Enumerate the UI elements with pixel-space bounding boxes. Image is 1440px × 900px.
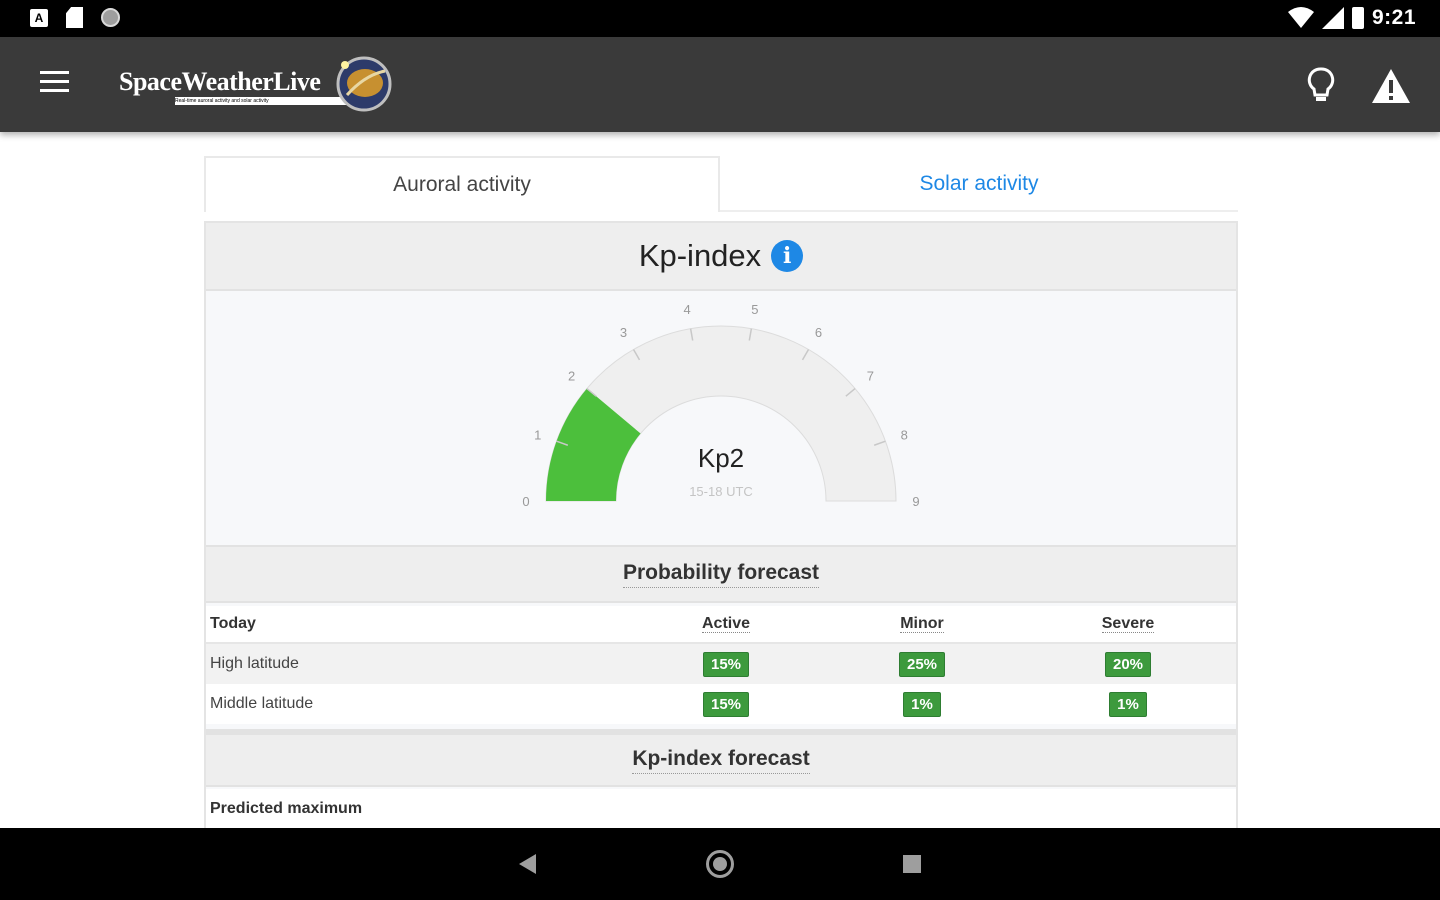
gauge-tick-label: 5 (751, 302, 758, 317)
probability-forecast-title: Probability forecast (622, 561, 820, 588)
kp-gauge: 0 1 2 3 4 5 6 7 8 9 Kp2 15-18 UTC (206, 291, 1236, 545)
table-row: High latitude 15% 25% 20% (206, 644, 1236, 684)
kp-card-header: Kp-index i (206, 223, 1236, 291)
high-minor-badge: 25% (898, 651, 946, 677)
gauge-time-label: 15-18 UTC (689, 484, 753, 499)
recent-apps-icon[interactable] (903, 855, 921, 873)
middle-active-badge: 15% (702, 691, 750, 717)
lightbulb-icon[interactable] (1306, 67, 1336, 103)
middle-severe-badge: 1% (1109, 691, 1147, 717)
kp-card-title: Kp-index (638, 238, 762, 273)
kp-gauge-svg: 0 1 2 3 4 5 6 7 8 9 Kp2 15-18 UTC (522, 302, 919, 509)
globe-logo-icon (336, 56, 392, 112)
col-today: Today (210, 615, 256, 632)
gauge-tick-label: 8 (901, 427, 908, 442)
signal-icon (1321, 7, 1344, 29)
status-bar: A 9:21 (0, 0, 1440, 37)
menu-icon[interactable] (40, 71, 69, 93)
gauge-tick-label: 3 (620, 325, 627, 340)
activity-tabs: Auroral activity Solar activity (204, 156, 1238, 212)
probability-forecast-header: Probability forecast (206, 545, 1236, 603)
row-label-middle-latitude: Middle latitude (210, 695, 314, 712)
battery-icon (1351, 7, 1364, 29)
predicted-maximum-row: Predicted maximum (206, 789, 1236, 829)
gauge-tick-label: 0 (522, 494, 529, 509)
logo-text: SpaceWeatherLive (119, 67, 321, 96)
row-label-high-latitude: High latitude (210, 655, 299, 672)
col-severe: Severe (1101, 615, 1155, 633)
middle-minor-badge: 1% (903, 691, 941, 717)
app-bar: SpaceWeatherLive Real-time auroral activ… (0, 37, 1440, 132)
gauge-tick-label: 4 (684, 302, 691, 317)
home-icon[interactable] (706, 850, 734, 878)
col-active: Active (701, 615, 751, 633)
status-time: 9:21 (1371, 6, 1416, 29)
table-header-row: Today Active Minor Severe (206, 606, 1236, 644)
kp-index-card: Kp-index i 0 1 2 3 4 5 6 7 8 9 Kp2 15-18 UTC Prob… (204, 221, 1238, 841)
gauge-value-label: Kp2 (698, 443, 744, 473)
info-icon[interactable]: i (771, 240, 804, 272)
table-row: Middle latitude 15% 1% 1% (206, 684, 1236, 724)
kp-forecast-title: Kp-index forecast (632, 747, 810, 774)
kp-forecast-header: Kp-index forecast (206, 729, 1236, 787)
gauge-tick-label: 1 (534, 427, 541, 442)
gauge-tick-label: 2 (568, 369, 575, 384)
sd-card-icon (66, 7, 83, 28)
probability-table: Today Active Minor Severe High latitude … (206, 606, 1236, 724)
high-active-badge: 15% (702, 651, 750, 677)
app-logo: SpaceWeatherLive Real-time auroral activ… (119, 55, 399, 115)
gauge-tick-label: 6 (815, 325, 822, 340)
notification-a-icon: A (30, 8, 48, 27)
tab-solar-activity[interactable]: Solar activity (720, 156, 1238, 212)
gauge-tick-label: 7 (867, 369, 874, 384)
nav-bar (0, 828, 1440, 900)
gauge-tick-label: 9 (912, 494, 919, 509)
logo-subtitle: Real-time auroral activity and solar act… (175, 97, 347, 105)
col-minor: Minor (900, 615, 944, 633)
warning-icon[interactable] (1370, 67, 1412, 105)
notification-dot-icon (101, 8, 120, 27)
back-icon[interactable] (519, 854, 536, 874)
high-severe-badge: 20% (1104, 651, 1152, 677)
tab-auroral-activity[interactable]: Auroral activity (204, 156, 720, 212)
wifi-icon (1287, 7, 1314, 28)
